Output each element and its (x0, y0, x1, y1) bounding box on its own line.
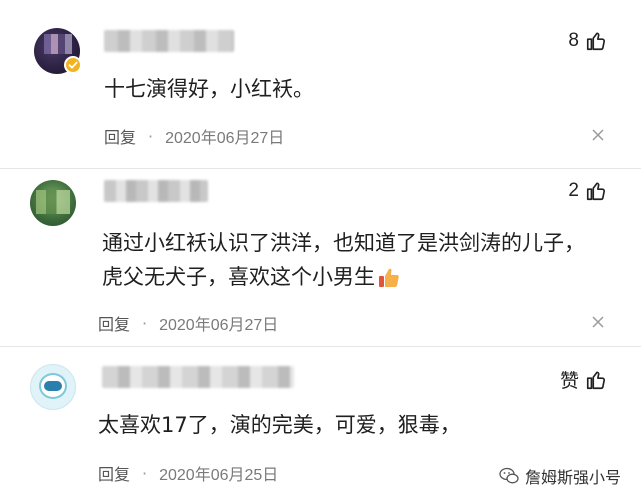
watermark: 詹姆斯强小号 (499, 464, 621, 488)
comment-meta: 回复 · 2020年06月27日 (104, 124, 284, 148)
separator: · (142, 313, 148, 333)
divider (0, 168, 641, 169)
thumbs-up-icon (586, 32, 605, 51)
verified-badge-icon (64, 56, 82, 74)
close-icon[interactable] (591, 128, 605, 142)
watermark-text: 詹姆斯强小号 (524, 468, 621, 487)
comment-text: 十七演得好，小红袄。 (104, 72, 314, 106)
comment-line: 十七演得好，小红袄。 (104, 77, 314, 101)
like-count: 2 (568, 180, 579, 201)
user-avatar[interactable] (30, 180, 76, 226)
like-label: 赞 (559, 370, 579, 392)
comment-line-wrap: 虎父无犬子，喜欢这个小男生 (102, 260, 585, 294)
like-button[interactable]: 赞 (560, 366, 607, 393)
username-blurred[interactable] (104, 180, 208, 202)
like-button[interactable]: 2 (568, 180, 607, 202)
comment-line: 通过小红袄认识了洪洋，也知道了是洪剑涛的儿子， (102, 231, 585, 255)
comment-date: 2020年06月27日 (159, 317, 279, 334)
thumbs-up-icon (586, 370, 605, 389)
comment-text: 太喜欢17了，演的完美，可爱，狠毒， (98, 408, 461, 442)
comment-date: 2020年06月27日 (165, 130, 285, 147)
username-blurred[interactable] (104, 30, 234, 52)
comment-text: 通过小红袄认识了洪洋，也知道了是洪剑涛的儿子， 虎父无犬子，喜欢这个小男生 (102, 226, 585, 294)
thumbs-up-icon (586, 182, 605, 201)
divider (0, 346, 641, 347)
like-button[interactable]: 8 (568, 30, 607, 52)
comment-line: 太喜欢17了，演的完美，可爱，狠毒， (98, 413, 461, 437)
comment-date: 2020年06月25日 (159, 467, 279, 484)
close-icon[interactable] (591, 315, 605, 329)
reply-button[interactable]: 回复 (104, 124, 136, 148)
thumbs-up-emoji (379, 268, 399, 287)
separator: · (148, 126, 154, 146)
separator: · (142, 463, 148, 483)
comment-meta: 回复 · 2020年06月25日 (98, 461, 278, 485)
username-blurred[interactable] (102, 366, 294, 388)
user-avatar[interactable] (30, 364, 76, 410)
like-count: 8 (568, 30, 579, 51)
reply-button[interactable]: 回复 (98, 461, 130, 485)
reply-button[interactable]: 回复 (98, 311, 130, 335)
comment-meta: 回复 · 2020年06月27日 (98, 311, 278, 335)
wechat-icon (499, 467, 519, 484)
comment-line: 虎父无犬子，喜欢这个小男生 (102, 265, 375, 289)
